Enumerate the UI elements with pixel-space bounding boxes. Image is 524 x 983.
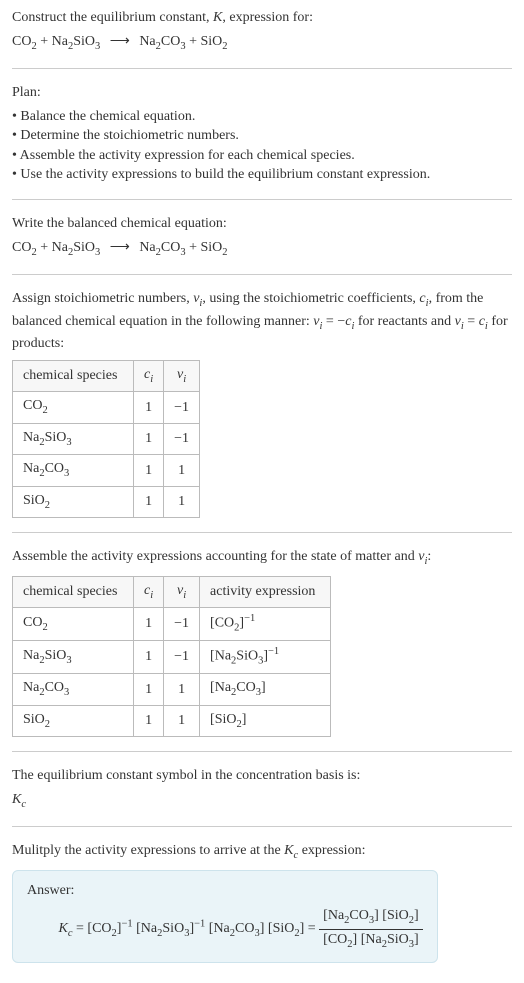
table-row: Na2SiO3 1 −1 xyxy=(13,423,200,454)
cell-nui: 1 xyxy=(164,455,200,486)
answer-equation: Kc = [CO2]−1 [Na2SiO3]−1 [Na2CO3] [SiO2]… xyxy=(27,906,423,952)
plan-item: • Assemble the activity expression for e… xyxy=(12,146,512,166)
cell-activity: [SiO2] xyxy=(200,705,331,736)
reaction-arrow-icon: ⟶ xyxy=(110,238,130,258)
answer-label: Answer: xyxy=(27,881,423,901)
divider xyxy=(12,199,512,200)
col-ci: ci xyxy=(134,576,164,607)
balanced-title: Write the balanced chemical equation: xyxy=(12,214,512,234)
prompt-text-1: Construct the equilibrium constant, xyxy=(12,10,213,25)
plan-title: Plan: xyxy=(12,83,512,103)
cell-nui: −1 xyxy=(164,608,200,641)
cell-activity: [CO2]−1 xyxy=(200,608,331,641)
cell-ci: 1 xyxy=(134,486,164,517)
table-row: Na2CO3 1 1 [Na2CO3] xyxy=(13,674,331,705)
plan-section: Plan: • Balance the chemical equation. •… xyxy=(12,83,512,185)
col-species: chemical species xyxy=(13,360,134,391)
cell-species: Na2CO3 xyxy=(13,674,134,705)
stoich-intro: Assign stoichiometric numbers, νi, using… xyxy=(12,289,512,518)
col-nui: νi xyxy=(164,576,200,607)
fraction-denominator: [CO2] [Na2SiO3] xyxy=(319,930,423,952)
answer-box: Answer: Kc = [CO2]−1 [Na2SiO3]−1 [Na2CO3… xyxy=(12,870,438,964)
cell-ci: 1 xyxy=(134,674,164,705)
divider xyxy=(12,274,512,275)
fraction-numerator: [Na2CO3] [SiO2] xyxy=(319,906,423,929)
activity-table: chemical species ci νi activity expressi… xyxy=(12,576,331,738)
table-header-row: chemical species ci νi xyxy=(13,360,200,391)
col-nui: νi xyxy=(164,360,200,391)
table-row: CO2 1 −1 [CO2]−1 xyxy=(13,608,331,641)
answer-fraction: [Na2CO3] [SiO2] [CO2] [Na2SiO3] xyxy=(319,906,423,952)
reaction-equation: CO2 + Na2SiO3 ⟶ Na2CO3 + SiO2 xyxy=(12,32,512,54)
k-symbol: K xyxy=(213,10,222,25)
cell-ci: 1 xyxy=(134,705,164,736)
table-row: CO2 1 −1 xyxy=(13,392,200,423)
cell-species: Na2SiO3 xyxy=(13,641,134,674)
plan-list: • Balance the chemical equation. • Deter… xyxy=(12,107,512,185)
cell-species: CO2 xyxy=(13,392,134,423)
balanced-section: Write the balanced chemical equation: CO… xyxy=(12,214,512,260)
reaction-arrow-icon: ⟶ xyxy=(110,32,130,52)
cell-nui: −1 xyxy=(164,423,200,454)
table-row: Na2SiO3 1 −1 [Na2SiO3]−1 xyxy=(13,641,331,674)
cell-nui: 1 xyxy=(164,486,200,517)
multiply-section: Mulitply the activity expressions to arr… xyxy=(12,841,512,963)
prompt: Construct the equilibrium constant, K, e… xyxy=(12,8,512,54)
cell-species: Na2CO3 xyxy=(13,455,134,486)
col-activity: activity expression xyxy=(200,576,331,607)
table-header-row: chemical species ci νi activity expressi… xyxy=(13,576,331,607)
col-species: chemical species xyxy=(13,576,134,607)
cell-species: Na2SiO3 xyxy=(13,423,134,454)
kc-symbol-section: The equilibrium constant symbol in the c… xyxy=(12,766,512,812)
divider xyxy=(12,826,512,827)
table-row: SiO2 1 1 [SiO2] xyxy=(13,705,331,736)
col-ci: ci xyxy=(134,360,164,391)
stoich-table: chemical species ci νi CO2 1 −1 Na2SiO3 … xyxy=(12,360,200,518)
cell-activity: [Na2SiO3]−1 xyxy=(200,641,331,674)
divider xyxy=(12,532,512,533)
cell-species: SiO2 xyxy=(13,486,134,517)
divider xyxy=(12,68,512,69)
prompt-text-2: , expression for: xyxy=(222,10,313,25)
cell-nui: 1 xyxy=(164,705,200,736)
divider xyxy=(12,751,512,752)
plan-item: • Determine the stoichiometric numbers. xyxy=(12,126,512,146)
cell-ci: 1 xyxy=(134,608,164,641)
kc-symbol: Kc xyxy=(12,790,512,812)
kc-symbol-text: The equilibrium constant symbol in the c… xyxy=(12,766,512,786)
cell-ci: 1 xyxy=(134,423,164,454)
plan-item: • Use the activity expressions to build … xyxy=(12,165,512,185)
cell-nui: −1 xyxy=(164,392,200,423)
cell-species: SiO2 xyxy=(13,705,134,736)
cell-ci: 1 xyxy=(134,455,164,486)
activity-section: Assemble the activity expressions accoun… xyxy=(12,547,512,737)
cell-activity: [Na2CO3] xyxy=(200,674,331,705)
cell-nui: −1 xyxy=(164,641,200,674)
cell-ci: 1 xyxy=(134,641,164,674)
table-row: SiO2 1 1 xyxy=(13,486,200,517)
cell-nui: 1 xyxy=(164,674,200,705)
cell-species: CO2 xyxy=(13,608,134,641)
balanced-equation: CO2 + Na2SiO3 ⟶ Na2CO3 + SiO2 xyxy=(12,238,512,260)
plan-item: • Balance the chemical equation. xyxy=(12,107,512,127)
cell-ci: 1 xyxy=(134,392,164,423)
table-row: Na2CO3 1 1 xyxy=(13,455,200,486)
